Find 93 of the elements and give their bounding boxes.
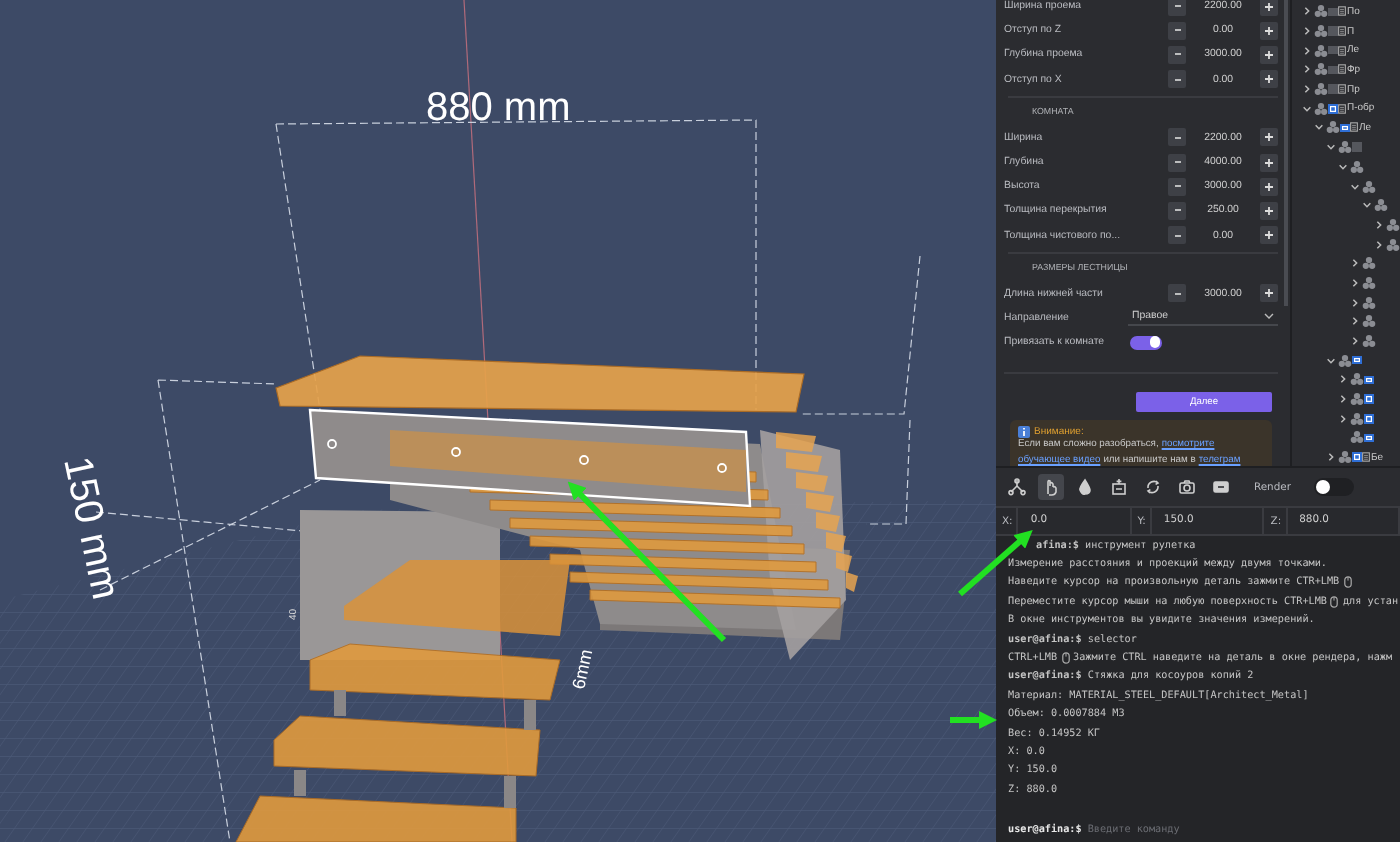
chevron-icon[interactable] — [1302, 103, 1312, 114]
decrement-button[interactable] — [1168, 226, 1186, 245]
tree-icon — [1008, 478, 1026, 496]
increment-button[interactable] — [1260, 201, 1278, 220]
checkbox[interactable] — [1364, 394, 1373, 404]
checkbox[interactable] — [1352, 142, 1361, 152]
camera-icon — [1178, 478, 1196, 496]
chevron-icon[interactable] — [1350, 181, 1360, 192]
document-icon — [1338, 26, 1346, 37]
tool-button[interactable] — [1106, 474, 1132, 500]
chevron-icon[interactable] — [1314, 122, 1324, 133]
document-icon — [1338, 84, 1346, 95]
chevron-icon[interactable] — [1374, 239, 1384, 250]
chevron-icon[interactable] — [1326, 142, 1336, 153]
chevron-icon[interactable] — [1302, 84, 1312, 95]
chevron-icon[interactable] — [1302, 45, 1312, 56]
plus-icon — [1264, 288, 1274, 299]
increment-button[interactable] — [1260, 128, 1278, 147]
decrement-button[interactable] — [1168, 177, 1186, 196]
checkbox[interactable] — [1364, 414, 1373, 424]
drop-icon — [1076, 478, 1094, 496]
increment-button[interactable] — [1260, 284, 1278, 303]
chevron-icon[interactable] — [1338, 413, 1348, 424]
plus-icon — [1264, 25, 1274, 36]
document-icon — [1362, 452, 1370, 463]
add-box-icon — [1110, 478, 1128, 496]
plus-icon — [1264, 205, 1274, 216]
checkbox[interactable] — [1352, 452, 1361, 462]
checkbox[interactable] — [1328, 104, 1337, 114]
checkbox[interactable] — [1364, 433, 1373, 443]
plus-icon — [1264, 157, 1274, 168]
chevron-icon[interactable] — [1326, 355, 1336, 366]
chevron-icon[interactable] — [1350, 297, 1360, 308]
checkbox[interactable] — [1328, 65, 1337, 75]
pointer-icon — [1042, 478, 1060, 496]
document-icon — [1350, 122, 1358, 133]
tool-button[interactable] — [1004, 474, 1030, 500]
chevron-icon[interactable] — [1302, 26, 1312, 37]
decrement-button[interactable] — [1168, 284, 1186, 303]
chevron-icon[interactable] — [1338, 161, 1348, 172]
tool-button[interactable] — [1174, 474, 1200, 500]
decrement-button[interactable] — [1168, 0, 1186, 16]
decrement-button[interactable] — [1168, 21, 1186, 40]
checkbox[interactable] — [1352, 355, 1361, 365]
increment-button[interactable] — [1260, 226, 1278, 245]
chevron-icon[interactable] — [1338, 374, 1348, 385]
caret-icon — [1264, 312, 1274, 321]
document-icon — [1338, 64, 1346, 75]
checkbox[interactable] — [1340, 123, 1349, 133]
document-icon — [1338, 45, 1346, 56]
chevron-icon[interactable] — [1302, 64, 1312, 75]
plus-icon — [1264, 49, 1274, 60]
plus-icon — [1264, 132, 1274, 143]
annotation-arrow — [950, 711, 997, 729]
chevron-icon[interactable] — [1326, 452, 1336, 463]
increment-button[interactable] — [1260, 70, 1278, 89]
plus-icon — [1264, 74, 1274, 85]
checkbox[interactable] — [1328, 7, 1337, 17]
dimension-label: 6mm — [568, 647, 597, 691]
rotate-icon — [1144, 478, 1162, 496]
plus-icon — [1264, 1, 1274, 12]
chevron-icon[interactable] — [1302, 6, 1312, 17]
document-icon — [1338, 6, 1346, 17]
increment-button[interactable] — [1260, 177, 1278, 196]
chevron-icon[interactable] — [1374, 219, 1384, 230]
plus-icon — [1264, 230, 1274, 241]
increment-button[interactable] — [1260, 153, 1278, 172]
toggle-switch[interactable] — [1130, 335, 1162, 350]
chevron-icon[interactable] — [1350, 336, 1360, 347]
increment-button[interactable] — [1260, 21, 1278, 40]
document-icon — [1338, 103, 1346, 114]
increment-button[interactable] — [1260, 45, 1278, 64]
checkbox[interactable] — [1328, 26, 1337, 36]
decrement-button[interactable] — [1168, 70, 1186, 89]
chevron-icon[interactable] — [1350, 277, 1360, 288]
render-toggle[interactable] — [1314, 478, 1355, 496]
tool-button[interactable] — [1038, 474, 1064, 500]
decrement-button[interactable] — [1168, 128, 1186, 147]
checkbox[interactable] — [1328, 45, 1337, 55]
decrement-button[interactable] — [1168, 153, 1186, 172]
chevron-icon[interactable] — [1338, 394, 1348, 405]
decrement-button[interactable] — [1168, 201, 1186, 220]
increment-button[interactable] — [1260, 0, 1278, 16]
dimension-label: 880 mm — [426, 86, 571, 130]
chevron-icon[interactable] — [1362, 200, 1372, 211]
chevron-icon[interactable] — [1350, 316, 1360, 327]
decrement-button[interactable] — [1168, 45, 1186, 64]
chevron-icon[interactable] — [1350, 258, 1360, 269]
dimension-label: 150 mm — [54, 452, 128, 604]
checkbox[interactable] — [1328, 84, 1337, 94]
info-icon — [1018, 426, 1030, 439]
checkbox[interactable] — [1364, 375, 1373, 385]
plus-icon — [1264, 181, 1274, 192]
